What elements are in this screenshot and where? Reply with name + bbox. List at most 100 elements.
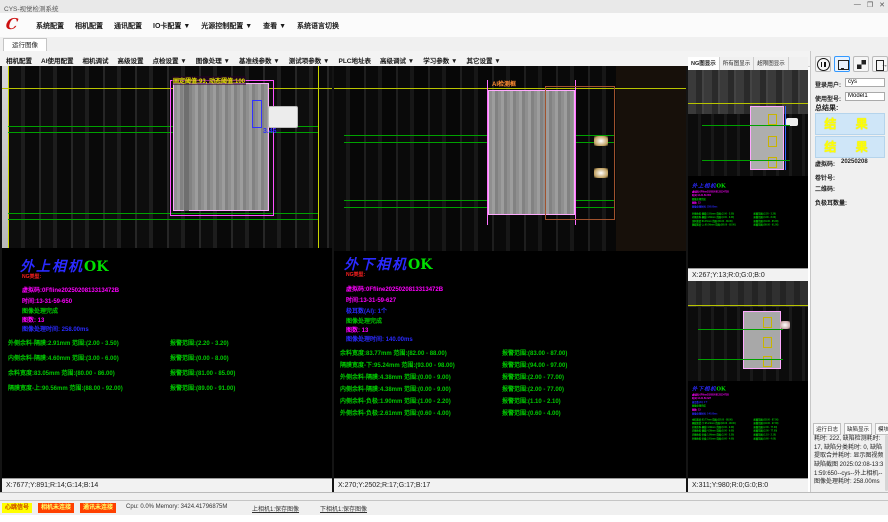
tool-advanced-settings[interactable]: 高级设置 xyxy=(118,55,144,65)
close-button[interactable]: ✕ xyxy=(879,1,885,9)
pause-icon xyxy=(817,58,830,71)
measurement-text: 内侧余料-隔膜:4.60mm 范围:(3.00 - 6.00) xyxy=(8,356,119,362)
green-guide-line xyxy=(698,329,783,330)
pause-button[interactable] xyxy=(815,56,831,72)
mid-camera-panel[interactable]: AI检测框 外下相机OK NG类型: 虚拟码:0Ffline2025020813… xyxy=(334,66,686,478)
save-top-image-link[interactable]: 上相机1:保存图像 xyxy=(252,504,299,513)
virtual-code-value: 20250208 xyxy=(841,159,868,165)
menu-system-config[interactable]: 系统配置 xyxy=(36,21,64,31)
tool-spot-check[interactable]: 点检设置 ▼ xyxy=(153,55,187,65)
comm-connect-badge: 通讯未连接 xyxy=(80,503,116,513)
alarm-range-text: 报警范围:(2.00 - 77.00) xyxy=(502,372,564,381)
preview-tab-all[interactable]: 所有图显示 xyxy=(720,57,755,70)
ng-type-label: NG类型: xyxy=(22,273,41,280)
ok-status: OK xyxy=(84,259,108,275)
image-display-button[interactable] xyxy=(834,56,850,72)
app-window: CYS-视觉检测系统 — ❐ ✕ C 系统配置 相机配置 通讯配置 IO卡配置 … xyxy=(0,0,888,522)
tool-baseline-params[interactable]: 基准线参数 ▼ xyxy=(239,55,280,65)
mid-camera-image[interactable]: AI检测框 xyxy=(334,66,686,251)
qr-code-label: 二维码: xyxy=(815,184,835,193)
measure-box xyxy=(252,100,262,128)
glint xyxy=(594,168,608,178)
tab-strip: 运行图像 xyxy=(0,37,888,52)
total-result-label: 总结果: xyxy=(815,103,838,113)
model-label: 使用型号: xyxy=(815,94,841,103)
menu-view[interactable]: 查看 ▼ xyxy=(263,21,286,31)
preview-tab-strip: NG图显示 所有图显示 超限图显示 xyxy=(688,57,808,71)
tool-other-settings[interactable]: 其它设置 ▼ xyxy=(467,55,501,65)
log-tab-module-time[interactable]: 模块耗时 xyxy=(875,423,888,435)
status-bar: 心跳信号 相机未连接 通讯未连接 Cpu: 0.0% Memory: 3424.… xyxy=(0,500,888,515)
app-logo-icon: C xyxy=(5,15,19,33)
tool-test-params[interactable]: 测试项参数 ▼ xyxy=(289,55,330,65)
machine-band xyxy=(688,281,808,307)
glint xyxy=(594,136,608,146)
preview-bottom[interactable]: 外下相机OK 虚拟码:0Ffline2025020813313472B 时间:1… xyxy=(688,281,808,478)
machine-right-block xyxy=(616,66,686,251)
needle-number-label: 卷针号: xyxy=(815,173,835,182)
sidebar: → 登录用户: 使用型号: 总结果: 结 果 结 果 虚拟码: 20250208… xyxy=(810,51,888,496)
menu-comm-config[interactable]: 通讯配置 xyxy=(114,21,142,31)
cpu-memory-text: Cpu: 0.0% Memory: 3424.41796875M xyxy=(126,504,227,510)
menu-io-config[interactable]: IO卡配置 ▼ xyxy=(153,21,190,31)
left-camera-image[interactable]: 固定阈值:93, 动态阈值:100 3.46 xyxy=(2,66,332,248)
preview-tab-overlimit[interactable]: 超限图显示 xyxy=(754,57,789,70)
tab-count-label: 负极耳数量: xyxy=(815,198,847,207)
log-tab-run[interactable]: 运行日志 xyxy=(813,423,841,435)
threshold-label: 固定阈值:93, 动态阈值:100 xyxy=(172,76,246,85)
menu-language[interactable]: 系统语言切换 xyxy=(297,21,339,31)
tool-advanced-debug[interactable]: 高级调试 ▼ xyxy=(380,55,414,65)
result-badge-top: 结 果 xyxy=(815,113,885,135)
user-input[interactable] xyxy=(845,78,885,87)
model-input[interactable] xyxy=(845,92,885,101)
virtual-code-label: 虚拟码: xyxy=(815,159,835,168)
preview-tab-ng[interactable]: NG图显示 xyxy=(688,57,720,70)
frame-count-text: 图数: 13 xyxy=(22,315,44,324)
mid-camera-status: X:270;Y:2502;R:17;G:17;B:17 xyxy=(334,478,686,492)
measurement-text: 隔膜宽度-下:95.24mm 范围:(93.00 - 98.00) xyxy=(340,363,455,369)
save-bottom-image-link[interactable]: 下相机1:保存图像 xyxy=(320,504,367,513)
tool-plc-table[interactable]: PLC地址表 xyxy=(339,55,372,65)
maximize-button[interactable]: ❐ xyxy=(867,1,873,9)
log-tab-defect[interactable]: 缺陷显示 xyxy=(844,423,872,435)
process-time-text: 图像处理时间: 258.00ms xyxy=(22,324,89,333)
tool-camera-debug[interactable]: 相机调试 xyxy=(83,55,109,65)
measurement-text: 内侧余料-负极:1.90mm 范围:(1.00 - 2.20) xyxy=(340,399,451,405)
tab-mark xyxy=(768,157,777,168)
menu-camera-config[interactable]: 相机配置 xyxy=(75,21,103,31)
measurement-text: 余料宽度:83.77mm 范围:(82.00 - 88.00) xyxy=(340,351,447,357)
alarm-range-text: 报警范围:(0.60 - 4.00) xyxy=(502,408,561,417)
tool-ai-config[interactable]: AI使用配置 xyxy=(41,55,74,65)
ng-type-label: NG类型: xyxy=(346,271,365,278)
minimize-button[interactable]: — xyxy=(854,1,861,9)
tool-image-processing[interactable]: 图像处理 ▼ xyxy=(196,55,230,65)
machine-band xyxy=(688,70,808,114)
tab-mark xyxy=(768,136,777,147)
preview-bottom-status: X:311;Y:980;R:0;G:0;B:0 xyxy=(688,478,808,492)
left-camera-panel[interactable]: 固定阈值:93, 动态阈值:100 3.46 外上相机OK NG类型: 虚拟码:… xyxy=(2,66,332,478)
yellow-edge-line-right xyxy=(318,66,319,248)
alarm-range-text: 报警范围:(1.10 - 2.10) xyxy=(502,396,561,405)
ai-detect-box xyxy=(545,86,615,220)
tab-run-image[interactable]: 运行图像 xyxy=(3,38,47,52)
frame-count-text: 图数: 13 xyxy=(346,325,368,334)
log-text: 耗时: 222, 缺陷检测耗时: 17, 缺陷分类耗时: 0, 缺陷提取合并耗时… xyxy=(814,435,884,487)
ok-status: OK xyxy=(408,257,432,273)
battery-cell-region xyxy=(743,311,781,369)
result-badge-bottom: 结 果 xyxy=(815,136,885,158)
time-text: 时间:13-31-59-627 xyxy=(346,295,396,304)
tool-camera-config[interactable]: 相机配置 xyxy=(6,55,32,65)
yellow-guide-line xyxy=(334,88,686,89)
preview-top[interactable]: 外上相机OK 虚拟码:0Ffline2025020813313472B 时间:1… xyxy=(688,70,808,268)
yellow-edge-line-left xyxy=(8,66,9,248)
gallery-button[interactable] xyxy=(853,56,869,72)
measurement-text: 外侧余料-负极:2.61mm 范围:(0.60 - 4.00) xyxy=(340,411,451,417)
image-icon xyxy=(841,68,844,70)
logout-button[interactable]: → xyxy=(872,56,888,72)
window-title: CYS-视觉检测系统 xyxy=(4,3,59,13)
mini-overlay: 外上相机OK 虚拟码:0Ffline2025020813313472B 时间:1… xyxy=(692,182,808,227)
process-done-text: 图像处理完成 xyxy=(346,316,382,325)
menu-light-config[interactable]: 光源控制配置 ▼ xyxy=(201,21,252,31)
left-camera-status: X:7677;Y:891;R:14;G:14;B:14 xyxy=(2,478,332,492)
tool-learning-params[interactable]: 学习参数 ▼ xyxy=(423,55,457,65)
